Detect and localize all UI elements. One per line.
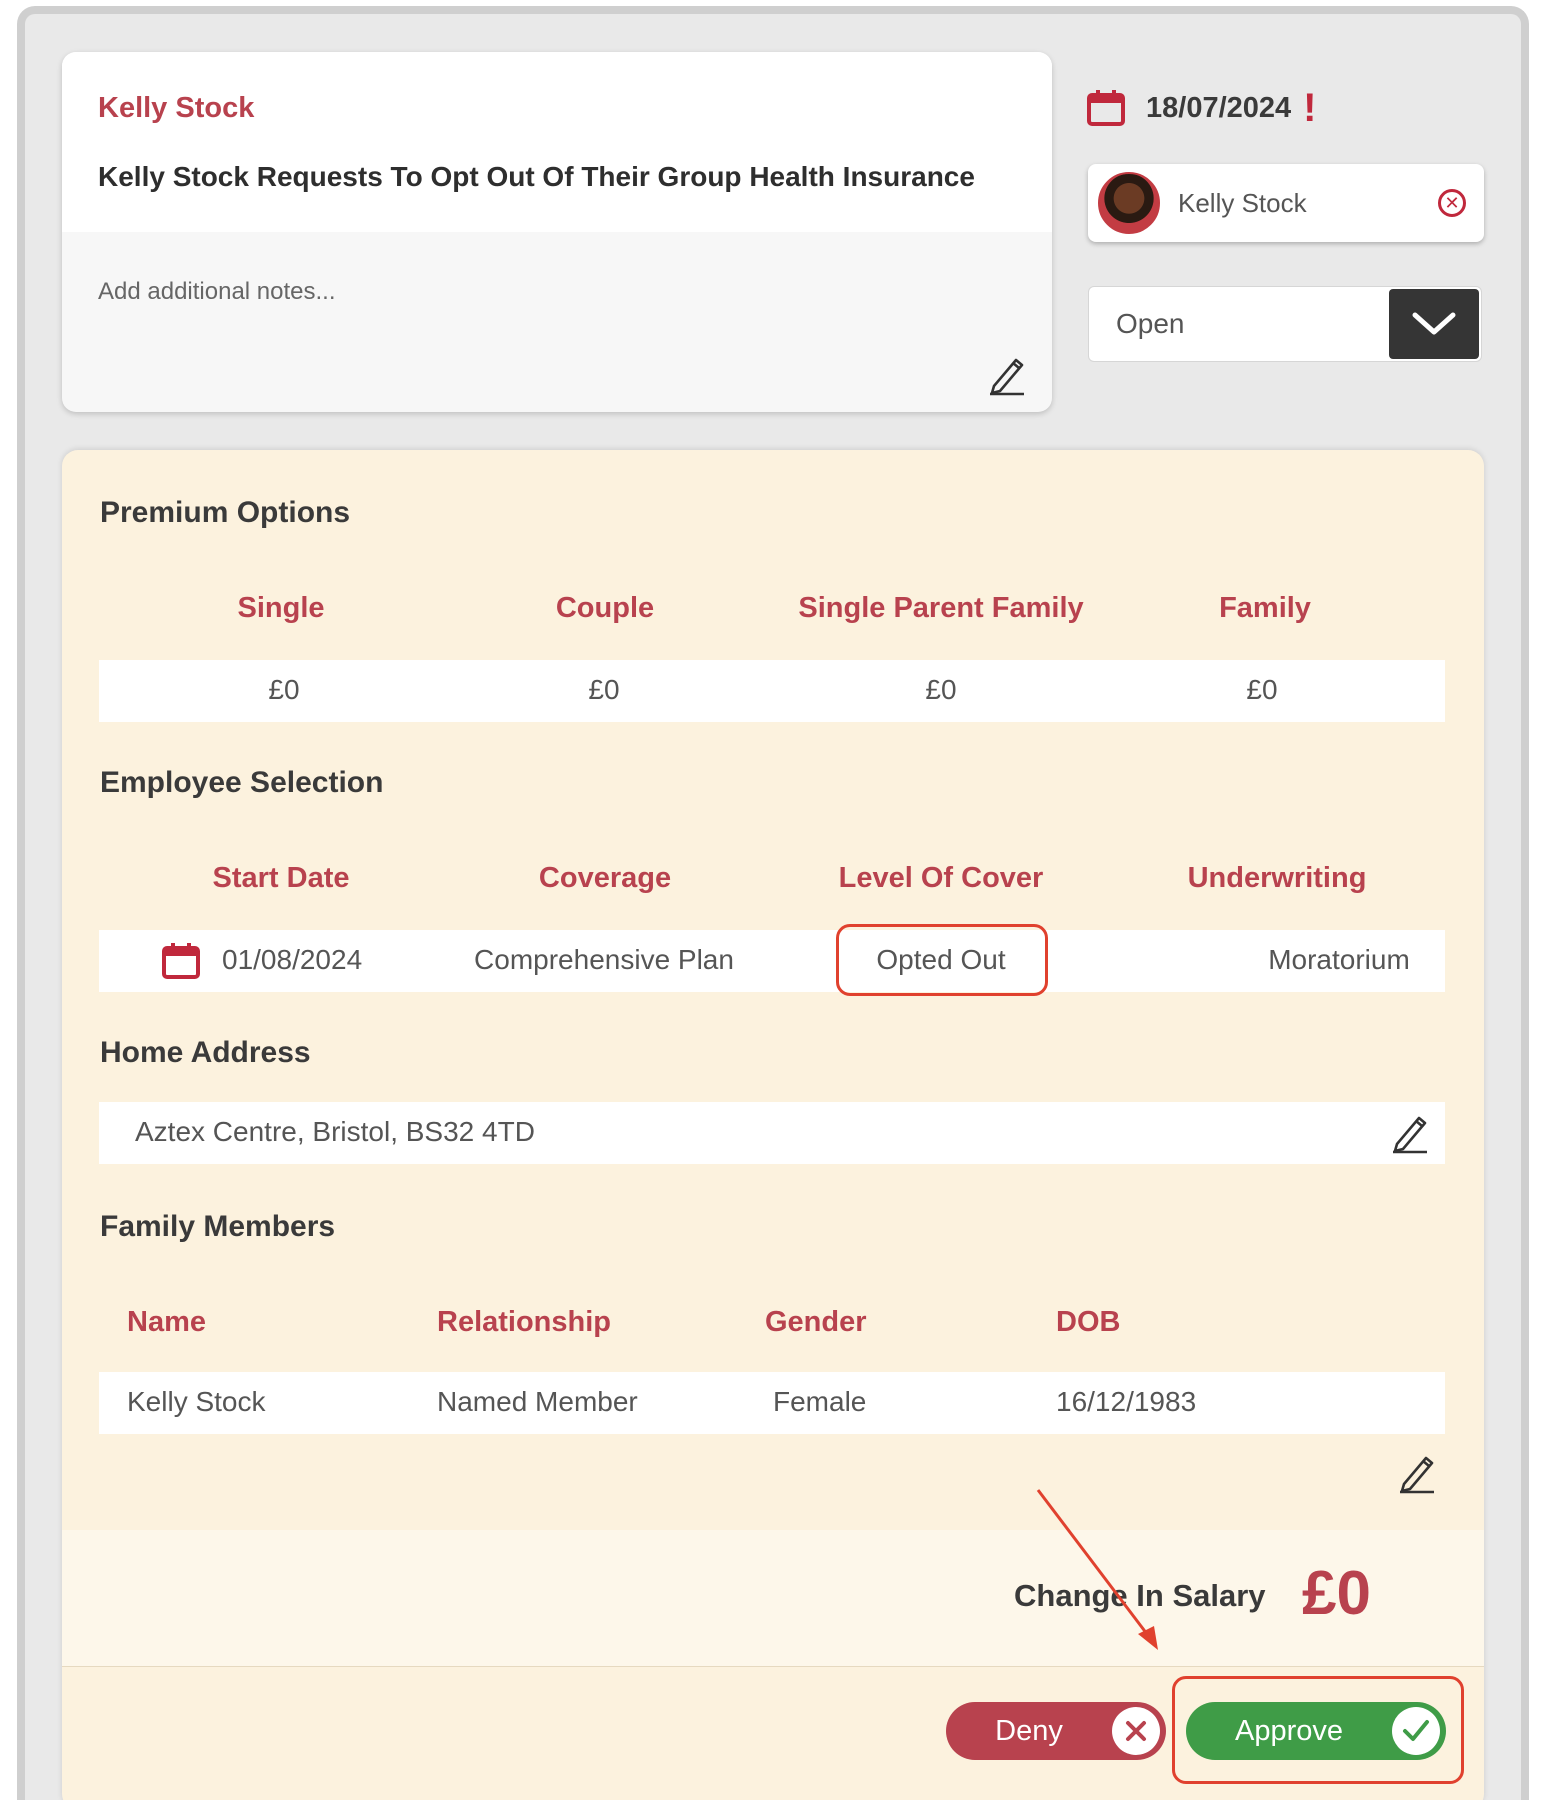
col-dob: DOB — [1056, 1306, 1121, 1338]
task-title: Kelly Stock Requests To Opt Out Of Their… — [98, 161, 975, 192]
col-single: Single — [237, 592, 325, 624]
underwriting-value: Moratorium — [1268, 944, 1410, 975]
home-address-value: Aztex Centre, Bristol, BS32 4TD — [135, 1116, 535, 1147]
table-row: Kelly Stock Named Member Female 16/12/19… — [99, 1372, 1445, 1434]
col-start-date: Start Date — [212, 862, 350, 894]
member-name: Kelly Stock — [127, 1386, 266, 1417]
due-date-text: 18/07/2024 — [1146, 91, 1292, 124]
start-date-value[interactable]: 01/08/2024 — [222, 944, 362, 976]
premium-couple-value: £0 — [588, 674, 620, 705]
edit-address-icon[interactable] — [1389, 1110, 1431, 1154]
edit-family-icon[interactable] — [1396, 1450, 1438, 1494]
employee-selection-heading: Employee Selection — [100, 766, 384, 799]
chevron-down-icon[interactable] — [1389, 289, 1479, 359]
member-gender: Female — [773, 1386, 867, 1417]
assignee-name: Kelly Stock — [1178, 187, 1307, 218]
level-of-cover-highlight — [836, 924, 1048, 996]
calendar-icon[interactable] — [161, 942, 201, 980]
coverage-value: Comprehensive Plan — [474, 944, 734, 975]
task-header: Kelly Stock Kelly Stock Requests To Opt … — [62, 52, 1052, 232]
deny-label: Deny — [995, 1714, 1063, 1747]
status-value: Open — [1116, 308, 1185, 339]
remove-assignee-icon[interactable]: ✕ — [1438, 189, 1466, 217]
member-dob: 16/12/1983 — [1056, 1386, 1197, 1417]
col-relationship: Relationship — [437, 1306, 612, 1338]
col-coverage: Coverage — [538, 862, 672, 894]
premium-single-parent-value: £0 — [925, 674, 957, 705]
col-couple: Couple — [555, 592, 655, 624]
premium-single-value: £0 — [268, 674, 300, 705]
task-employee-name[interactable]: Kelly Stock — [98, 92, 1016, 125]
premium-family-value: £0 — [1246, 674, 1278, 705]
avatar — [1098, 172, 1160, 234]
deny-button[interactable]: Deny — [946, 1702, 1166, 1760]
col-single-parent-family: Single Parent Family — [798, 592, 1084, 624]
approve-highlight — [1172, 1676, 1464, 1784]
col-gender: Gender — [765, 1306, 867, 1338]
col-family: Family — [1219, 592, 1311, 624]
salary-band — [62, 1530, 1484, 1666]
col-underwriting: Underwriting — [1187, 862, 1367, 894]
col-level-of-cover: Level Of Cover — [838, 862, 1044, 894]
member-relationship: Named Member — [437, 1386, 638, 1417]
due-date: 18/07/2024 ! — [1086, 88, 1316, 128]
edit-notes-icon[interactable] — [986, 352, 1028, 396]
employee-selection-row: 01/08/2024 Comprehensive Plan Opted Out … — [99, 930, 1445, 992]
premium-options-heading: Premium Options — [100, 496, 351, 529]
calendar-icon — [1087, 90, 1125, 126]
annotation-arrow-icon — [1036, 1489, 1158, 1650]
divider — [62, 1666, 1484, 1667]
col-name: Name — [127, 1306, 206, 1338]
alert-icon: ! — [1303, 86, 1317, 130]
close-icon — [1112, 1707, 1160, 1755]
task-card: Kelly Stock Kelly Stock Requests To Opt … — [62, 52, 1052, 412]
details-panel: Premium Options Single Couple Single Par… — [62, 450, 1484, 1800]
family-members-heading: Family Members — [100, 1210, 336, 1243]
notes-field[interactable]: Add additional notes... — [98, 278, 336, 306]
status-dropdown[interactable]: Open — [1088, 286, 1482, 362]
home-address-row: Aztex Centre, Bristol, BS32 4TD — [99, 1102, 1445, 1164]
home-address-heading: Home Address — [100, 1036, 311, 1069]
salary-value: £0 — [1302, 1559, 1371, 1628]
assignee-chip[interactable]: Kelly Stock ✕ — [1088, 164, 1484, 242]
premium-values-row: £0 £0 £0 £0 — [99, 660, 1445, 722]
